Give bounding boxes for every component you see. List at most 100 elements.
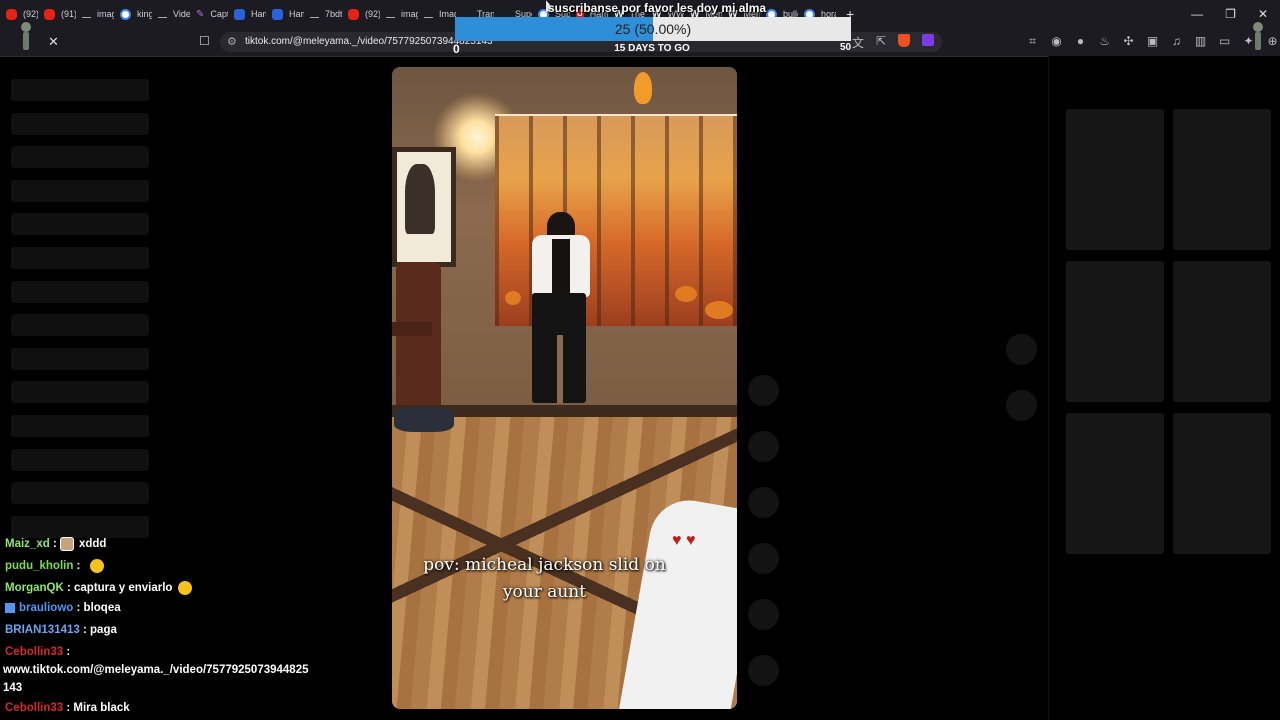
- browser-tab[interactable]: Imag: [418, 0, 456, 28]
- related-video-thumb[interactable]: [1173, 109, 1271, 250]
- related-video-thumb[interactable]: [1066, 109, 1164, 250]
- goal-days-label: 15 DAYS TO GO: [614, 43, 690, 54]
- more-button[interactable]: [748, 599, 779, 630]
- stop-loading-button[interactable]: ✕: [48, 34, 59, 50]
- chat-separator: :: [63, 702, 74, 714]
- tab-label: (92): [365, 9, 380, 19]
- sidebar-icon[interactable]: ▥: [1194, 34, 1207, 49]
- chat-message-text: xddd: [78, 538, 107, 551]
- chat-message: brauliowo : bloqea: [5, 602, 121, 614]
- extensions-toolbar: ⌗ ◉ ● ♨ ✣ ▣ ♫ ▥ ▭ ✦ ⊕ ≡: [1026, 34, 1280, 49]
- youtube-icon: [44, 8, 55, 20]
- line-icon: [310, 11, 319, 18]
- chat-username[interactable]: BRIAN131413: [5, 624, 80, 636]
- extension-translate-icon[interactable]: ⌗: [1026, 34, 1039, 49]
- sound-button[interactable]: [748, 655, 779, 686]
- google-icon: [120, 8, 131, 20]
- chat-separator: :: [73, 560, 84, 573]
- video-caption: pov: micheal jackson slid on your aunt: [392, 552, 697, 606]
- goal-progress-text: 25 (50.00%): [614, 21, 692, 37]
- chat-emote-pepe-icon: [89, 559, 104, 573]
- next-video-button[interactable]: [1006, 390, 1037, 421]
- previous-video-button[interactable]: [1006, 334, 1037, 365]
- wallet-icon[interactable]: ▭: [1218, 34, 1231, 49]
- skeleton-row: [11, 179, 149, 202]
- video-chair: [396, 262, 441, 412]
- chat-separator: :: [63, 646, 71, 658]
- skeleton-row: [11, 246, 149, 269]
- comment-button[interactable]: [748, 431, 779, 462]
- vpn-icon[interactable]: ⊕: [1266, 34, 1279, 49]
- browser-tab[interactable]: Ham: [266, 0, 304, 28]
- extension-record-icon[interactable]: ●: [1074, 34, 1087, 49]
- window-close-button[interactable]: ✕: [1258, 7, 1268, 21]
- line-icon: [82, 11, 91, 18]
- extensions-puzzle-icon[interactable]: ✣: [1122, 34, 1135, 49]
- skeleton-row: [11, 381, 149, 404]
- brave-rewards-icon[interactable]: [922, 34, 935, 46]
- chat-username[interactable]: brauliowo: [19, 602, 73, 614]
- skeleton-row: [11, 347, 149, 370]
- tab-label: Imag: [439, 9, 456, 19]
- related-video-thumb[interactable]: [1066, 261, 1164, 402]
- chat-message-text: Mira black: [73, 702, 130, 714]
- leo-ai-icon[interactable]: ✦: [1242, 34, 1255, 49]
- chat-username[interactable]: MorganQK: [5, 582, 64, 594]
- line-icon: [158, 11, 167, 18]
- tab-label: Ham: [289, 9, 304, 19]
- share-button[interactable]: [748, 543, 779, 574]
- extension-screenshot-icon[interactable]: ▣: [1146, 34, 1159, 49]
- related-video-thumb[interactable]: [1173, 261, 1271, 402]
- media-icon[interactable]: ♫: [1170, 34, 1183, 49]
- browser-tab[interactable]: Vide: [152, 0, 190, 28]
- chat-username[interactable]: Cebollin33: [5, 646, 63, 658]
- skeleton-row: [11, 515, 149, 538]
- video-player[interactable]: ♥ ♥: [392, 67, 737, 709]
- video-wall-picture: [392, 147, 456, 267]
- tab-label: Vide: [173, 9, 190, 19]
- extension-flame-icon[interactable]: ♨: [1098, 34, 1111, 49]
- blue-icon: [272, 8, 283, 20]
- browser-tab[interactable]: (91): [38, 0, 76, 28]
- bookmark-button[interactable]: [748, 487, 779, 518]
- browser-tab[interactable]: ✎ Capt: [190, 0, 228, 28]
- skeleton-row: [11, 280, 149, 303]
- browser-tab[interactable]: 7bdt: [304, 0, 342, 28]
- browser-tab[interactable]: Ham: [228, 0, 266, 28]
- extension-audio-icon[interactable]: ◉: [1050, 34, 1063, 49]
- browser-tab[interactable]: king: [114, 0, 152, 28]
- skeleton-row: [11, 112, 149, 135]
- minimize-button[interactable]: —: [1191, 7, 1203, 21]
- chat-emote-face-icon: [59, 537, 74, 551]
- chat-message: www.tiktok.com/@meleyama._/video/7577925…: [3, 664, 309, 676]
- tab-label: (91): [61, 9, 76, 19]
- skeleton-row: [11, 414, 149, 437]
- chat-message: Maiz_xd : xddd: [5, 537, 106, 551]
- share-icon[interactable]: ⇱: [876, 34, 886, 51]
- chat-username[interactable]: pudu_kholin: [5, 560, 73, 572]
- chat-message: pudu_kholin :: [5, 559, 104, 573]
- related-video-thumb[interactable]: [1066, 413, 1164, 554]
- skeleton-row: [11, 213, 149, 236]
- browser-tab[interactable]: (92): [342, 0, 380, 28]
- video-caption-line-2: your aunt: [502, 582, 587, 602]
- browser-tab[interactable]: imag: [380, 0, 418, 28]
- restore-button[interactable]: ❐: [1225, 7, 1236, 21]
- video-cloth: [394, 407, 454, 432]
- tab-label: Ham: [251, 9, 266, 19]
- skeleton-row: [11, 448, 149, 471]
- tab-label: (92): [23, 9, 38, 19]
- chat-username[interactable]: Cebollin33: [5, 702, 63, 714]
- browser-tab[interactable]: imag: [76, 0, 114, 28]
- chat-username[interactable]: Maiz_xd: [5, 538, 50, 550]
- bookmark-icon[interactable]: ☐: [199, 34, 210, 48]
- translate-icon[interactable]: 文: [852, 34, 864, 51]
- video-bag-print: ♥ ♥: [672, 532, 696, 549]
- like-button[interactable]: [748, 375, 779, 406]
- related-video-thumb[interactable]: [1173, 413, 1271, 554]
- site-info-icon[interactable]: ⚙: [227, 35, 237, 48]
- mascot-left-icon: [18, 22, 34, 52]
- brave-shields-icon[interactable]: [898, 34, 911, 47]
- video-chair-seat: [392, 322, 432, 336]
- chat-message: Cebollin33 :: [5, 646, 70, 658]
